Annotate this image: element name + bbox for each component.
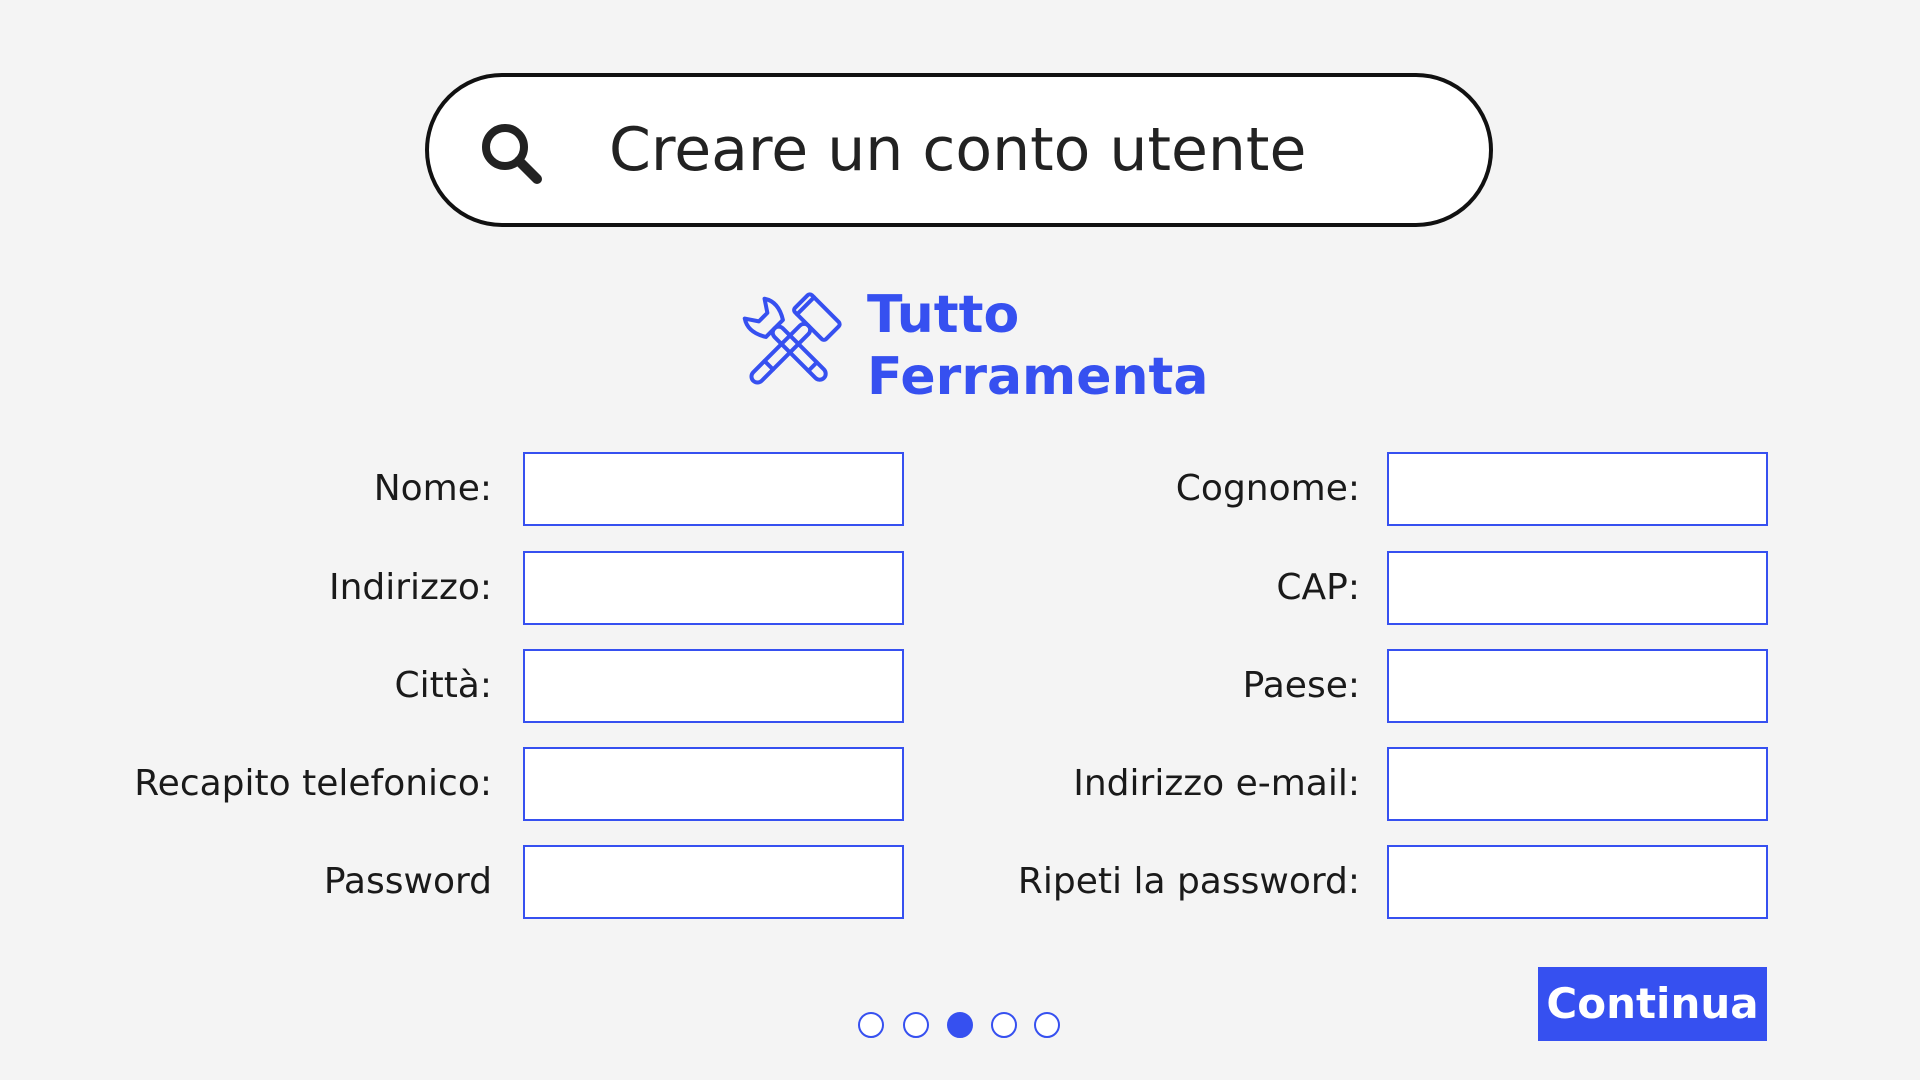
email-label: Indirizzo e-mail:	[1073, 763, 1360, 804]
brand-name-line1: Tutto	[867, 285, 1020, 345]
city-field[interactable]	[523, 649, 904, 723]
repeat-password-field[interactable]	[1387, 845, 1768, 919]
wrench-hammer-icon	[742, 292, 842, 385]
pagination-dot-2[interactable]	[903, 1012, 929, 1038]
first-name-label: Nome:	[373, 468, 492, 509]
city-label: Città:	[394, 665, 492, 706]
email-field[interactable]	[1387, 747, 1768, 821]
pagination-dot-1[interactable]	[858, 1012, 884, 1038]
pagination-dot-5[interactable]	[1034, 1012, 1060, 1038]
brand-name-line2: Ferramenta	[867, 347, 1209, 407]
last-name-field[interactable]	[1387, 452, 1768, 526]
postal-code-label: CAP:	[1276, 567, 1360, 608]
password-field[interactable]	[523, 845, 904, 919]
pagination-dot-4[interactable]	[991, 1012, 1017, 1038]
search-input[interactable]: Creare un conto utente	[609, 77, 1306, 223]
phone-label: Recapito telefonico:	[134, 763, 492, 804]
first-name-field[interactable]	[523, 452, 904, 526]
pagination-dot-3[interactable]	[947, 1012, 973, 1038]
password-label: Password	[323, 861, 492, 902]
address-label: Indirizzo:	[328, 567, 492, 608]
phone-field[interactable]	[523, 747, 904, 821]
repeat-password-label: Ripeti la password:	[1017, 861, 1360, 902]
brand-name: Tutto Ferramenta	[867, 284, 1208, 408]
country-field[interactable]	[1387, 649, 1768, 723]
last-name-label: Cognome:	[1175, 468, 1360, 509]
search-icon	[482, 124, 542, 184]
search-bar[interactable]: Creare un conto utente	[425, 73, 1493, 227]
continue-button[interactable]: Continua	[1538, 967, 1767, 1041]
postal-code-field[interactable]	[1387, 551, 1768, 625]
country-label: Paese:	[1242, 665, 1360, 706]
address-field[interactable]	[523, 551, 904, 625]
